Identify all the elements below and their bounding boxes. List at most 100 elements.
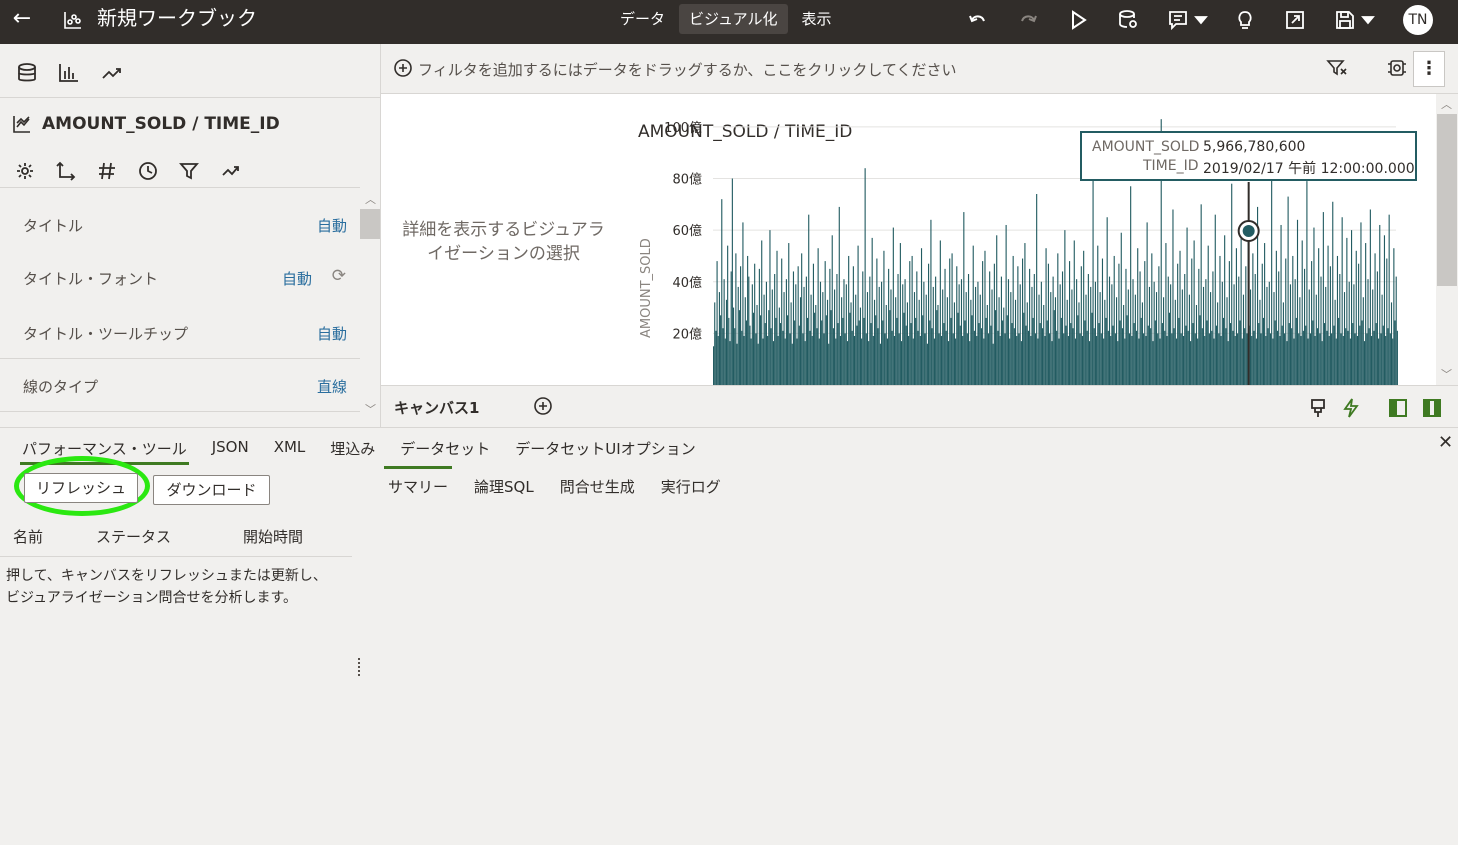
bar[interactable] xyxy=(1295,317,1297,385)
comments-icon[interactable] xyxy=(1166,8,1210,32)
bar[interactable] xyxy=(1000,276,1002,385)
tab-execution-log[interactable]: 実行ログ xyxy=(661,476,721,497)
bar[interactable] xyxy=(1383,235,1386,385)
bar[interactable] xyxy=(1104,299,1106,385)
bar[interactable] xyxy=(1041,328,1044,385)
bar[interactable] xyxy=(1233,284,1235,385)
scroll-thumb[interactable] xyxy=(1437,114,1457,286)
bar[interactable] xyxy=(926,343,928,385)
bar[interactable] xyxy=(1177,263,1179,385)
bar[interactable] xyxy=(997,330,999,385)
bar[interactable] xyxy=(915,317,917,385)
bar[interactable] xyxy=(1037,338,1039,385)
bar[interactable] xyxy=(937,304,939,385)
bar[interactable] xyxy=(1185,325,1187,385)
bar[interactable] xyxy=(936,310,938,385)
bar[interactable] xyxy=(1385,335,1387,385)
bar[interactable] xyxy=(830,310,832,385)
bar[interactable] xyxy=(1152,341,1154,385)
bar[interactable] xyxy=(821,320,823,385)
bar[interactable] xyxy=(1381,294,1383,385)
bar[interactable] xyxy=(909,261,911,385)
bar[interactable] xyxy=(1204,335,1206,385)
bar[interactable] xyxy=(1273,292,1275,385)
bar[interactable] xyxy=(1126,315,1128,385)
bar[interactable] xyxy=(834,289,836,386)
bar[interactable] xyxy=(986,304,988,385)
bar[interactable] xyxy=(992,343,994,385)
bar[interactable] xyxy=(1279,335,1281,385)
bar[interactable] xyxy=(1393,248,1395,385)
bar[interactable] xyxy=(1026,302,1028,385)
bar[interactable] xyxy=(1334,299,1336,385)
bar[interactable] xyxy=(971,315,973,385)
bar[interactable] xyxy=(1235,248,1237,385)
bar[interactable] xyxy=(1040,281,1042,385)
visualization-settings-icon[interactable] xyxy=(1385,56,1409,80)
bar[interactable] xyxy=(1215,325,1217,385)
bar[interactable] xyxy=(1144,261,1146,385)
bar[interactable] xyxy=(1269,333,1272,385)
bar[interactable] xyxy=(932,286,934,385)
bar[interactable] xyxy=(730,271,732,385)
bar[interactable] xyxy=(1145,335,1147,385)
bar[interactable] xyxy=(763,294,765,385)
bar[interactable] xyxy=(1328,335,1330,385)
gear-icon[interactable] xyxy=(14,160,36,182)
bar[interactable] xyxy=(972,245,974,385)
bar[interactable] xyxy=(1286,341,1288,385)
bar[interactable] xyxy=(1276,330,1279,385)
bar[interactable] xyxy=(881,281,883,385)
bar[interactable] xyxy=(1221,281,1223,385)
bar[interactable] xyxy=(1137,248,1139,385)
property-value[interactable]: 自動 xyxy=(317,323,347,344)
bar[interactable] xyxy=(798,325,800,385)
bar[interactable] xyxy=(899,243,901,385)
bar[interactable] xyxy=(1060,317,1062,385)
bar[interactable] xyxy=(1194,333,1196,385)
bar[interactable] xyxy=(1254,274,1256,385)
bar[interactable] xyxy=(722,328,724,385)
bar[interactable] xyxy=(985,317,987,385)
bar[interactable] xyxy=(1372,289,1374,386)
bar[interactable] xyxy=(772,341,775,385)
bar[interactable] xyxy=(1365,243,1367,385)
bottom-panel-toggle-icon[interactable] xyxy=(1421,397,1443,419)
bar[interactable] xyxy=(877,328,879,385)
bar[interactable] xyxy=(737,286,739,385)
bar[interactable] xyxy=(878,286,880,385)
column-header-start-time[interactable]: 開始時間 xyxy=(243,526,303,547)
bar[interactable] xyxy=(998,297,1000,385)
bar[interactable] xyxy=(771,289,773,386)
axis-icon[interactable] xyxy=(55,160,77,182)
bar[interactable] xyxy=(1272,338,1274,385)
bar[interactable] xyxy=(801,253,803,385)
bar[interactable] xyxy=(842,317,844,385)
bar[interactable] xyxy=(913,292,916,385)
bar[interactable] xyxy=(1010,292,1012,385)
bar[interactable] xyxy=(861,338,863,385)
bar[interactable] xyxy=(1210,292,1212,385)
bar[interactable] xyxy=(964,320,966,385)
bar[interactable] xyxy=(911,255,913,385)
bar[interactable] xyxy=(1101,258,1104,385)
bar[interactable] xyxy=(1059,284,1061,385)
bar[interactable] xyxy=(1052,276,1054,385)
scroll-down-icon[interactable]: ﹀ xyxy=(365,401,376,417)
bar[interactable] xyxy=(839,335,842,385)
bar[interactable] xyxy=(782,330,784,385)
bar[interactable] xyxy=(1367,279,1369,385)
bar[interactable] xyxy=(1079,333,1081,385)
bar[interactable] xyxy=(906,302,908,385)
bar[interactable] xyxy=(1155,292,1158,385)
bar[interactable] xyxy=(1325,286,1327,385)
bar[interactable] xyxy=(1071,289,1073,386)
bar[interactable] xyxy=(1045,248,1047,385)
bar[interactable] xyxy=(1158,266,1160,385)
property-value[interactable]: 自動 xyxy=(317,215,347,236)
bar[interactable] xyxy=(792,271,795,385)
bar[interactable] xyxy=(866,292,869,385)
bar[interactable] xyxy=(1331,333,1333,385)
bar[interactable] xyxy=(1180,333,1182,385)
column-header-status[interactable]: ステータス xyxy=(96,526,171,547)
